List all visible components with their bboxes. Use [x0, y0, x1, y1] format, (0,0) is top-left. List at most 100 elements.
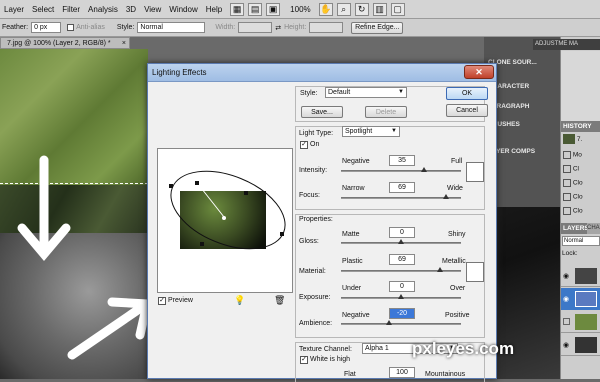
gloss-slider[interactable]: [341, 239, 461, 244]
focus-slider-thumb[interactable]: [443, 194, 449, 199]
style-select[interactable]: Default ▼: [325, 87, 407, 98]
intensity-input[interactable]: 35: [389, 155, 415, 166]
cancel-button[interactable]: Cancel: [446, 104, 488, 117]
gloss-min-label: Matte: [342, 231, 360, 238]
style-select[interactable]: Normal: [137, 22, 206, 33]
material-slider-thumb[interactable]: [437, 267, 443, 272]
history-item[interactable]: Mo: [563, 151, 582, 159]
ambience-input[interactable]: -20: [389, 308, 415, 319]
rotate-view-icon[interactable]: ↻: [354, 2, 369, 16]
save-button[interactable]: Save...: [301, 106, 343, 118]
character-tab[interactable]: CHA: [587, 223, 600, 234]
zoom-level[interactable]: 100%: [286, 5, 314, 14]
menu-view[interactable]: View: [140, 5, 165, 14]
refine-edge-button[interactable]: Refine Edge...: [351, 21, 404, 34]
layer-thumbnail: [575, 337, 597, 353]
ambient-color-swatch[interactable]: [466, 262, 484, 282]
document-tab[interactable]: 7.jpg @ 100% (Layer 2, RGB/8) * ×: [0, 37, 130, 49]
gloss-input[interactable]: 0: [389, 227, 415, 238]
close-button[interactable]: ✕: [464, 65, 494, 79]
mini-bridge-icon[interactable]: ▤: [248, 2, 263, 16]
exposure-slider[interactable]: [341, 294, 461, 299]
screen-mode-icon[interactable]: ▢: [390, 2, 405, 16]
history-item[interactable]: Cl: [563, 165, 579, 173]
swap-icon[interactable]: ⇄: [275, 24, 281, 32]
preview-checkbox[interactable]: ✓: [158, 297, 166, 305]
menu-filter[interactable]: Filter: [58, 5, 84, 14]
layer-row[interactable]: ◉: [561, 265, 600, 287]
feather-input[interactable]: 0 px: [31, 22, 62, 33]
eye-icon[interactable]: ◉: [563, 341, 569, 349]
history-item[interactable]: Clo: [563, 179, 583, 187]
height-input[interactable]: [309, 22, 344, 33]
preview-label: Preview: [168, 297, 193, 304]
menu-window[interactable]: Window: [165, 5, 201, 14]
on-checkbox[interactable]: ✓: [300, 141, 308, 149]
eye-icon[interactable]: ◉: [563, 272, 569, 280]
menu-analysis[interactable]: Analysis: [84, 5, 122, 14]
ambience-slider-thumb[interactable]: [386, 320, 392, 325]
antialias-checkbox[interactable]: [67, 24, 75, 31]
history-item[interactable]: Clo: [563, 207, 583, 215]
light-bulb-icon[interactable]: 💡: [234, 295, 245, 306]
focus-slider[interactable]: [341, 194, 461, 199]
height-input[interactable]: 100: [389, 367, 415, 378]
extras-icon[interactable]: ▣: [266, 2, 281, 16]
lighting-effects-dialog: Lighting Effects ✕ ✓ Preview 💡 🗑 Style: …: [147, 63, 497, 382]
white-is-high-label: White is high: [310, 356, 351, 363]
panel-tab-adjustments[interactable]: ADJUSTME MA: [533, 39, 600, 50]
material-input[interactable]: 69: [389, 254, 415, 265]
ambience-slider[interactable]: [341, 320, 461, 325]
antialias-label: Anti-alias: [76, 24, 105, 31]
menu-bar: Layer Select Filter Analysis 3D View Win…: [0, 0, 600, 19]
menu-select[interactable]: Select: [28, 5, 58, 14]
zoom-tool-icon[interactable]: ⌕: [336, 2, 351, 16]
light-color-swatch[interactable]: [466, 162, 484, 182]
trash-icon[interactable]: 🗑: [274, 295, 285, 306]
style-label: Style:: [116, 24, 135, 31]
masks-panel-area: [561, 51, 600, 121]
menu-help[interactable]: Help: [202, 5, 226, 14]
delete-button[interactable]: Delete: [365, 106, 407, 118]
layer-row[interactable]: ◉: [561, 334, 600, 356]
arrange-docs-icon[interactable]: ▥: [372, 2, 387, 16]
layers-title[interactable]: LAYERS: [561, 223, 589, 234]
menu-3d[interactable]: 3D: [122, 5, 140, 14]
gloss-label: Gloss:: [299, 238, 319, 245]
material-max-label: Metallic: [442, 258, 466, 265]
width-input[interactable]: [238, 22, 273, 33]
menu-layer[interactable]: Layer: [0, 5, 28, 14]
intensity-slider-thumb[interactable]: [421, 167, 427, 172]
eye-icon[interactable]: ◉: [563, 295, 569, 303]
height-min-label: Flat: [344, 371, 356, 378]
dialog-title-bar[interactable]: Lighting Effects: [148, 64, 496, 82]
history-title[interactable]: HISTORY: [561, 121, 600, 132]
gloss-slider-thumb[interactable]: [398, 239, 404, 244]
bridge-icon[interactable]: ▦: [230, 2, 245, 16]
options-bar: Feather: 0 px Anti-alias Style: Normal W…: [0, 19, 600, 37]
focus-input[interactable]: 69: [389, 182, 415, 193]
on-label: On: [310, 141, 320, 148]
light-preview-area[interactable]: [157, 148, 293, 293]
ok-button[interactable]: OK: [446, 87, 488, 100]
style-label: Style:: [300, 90, 318, 97]
layer-row-selected[interactable]: ◉: [561, 288, 600, 310]
material-slider[interactable]: [341, 267, 461, 272]
light-type-select[interactable]: Spotlight ▼: [342, 126, 400, 137]
layer-row[interactable]: [561, 311, 600, 333]
history-item[interactable]: 7.: [563, 134, 599, 146]
light-ellipse[interactable]: [158, 149, 294, 294]
history-item[interactable]: Clo: [563, 193, 583, 201]
close-tab-icon[interactable]: ×: [122, 38, 126, 49]
intensity-max-label: Full: [451, 158, 463, 165]
exposure-slider-thumb[interactable]: [398, 294, 404, 299]
right-panel-column: ADJUSTME MA HISTORY 7. Mo Cl Clo Clo Clo…: [533, 37, 600, 379]
intensity-slider[interactable]: [341, 167, 461, 172]
blend-mode-select[interactable]: Normal: [562, 236, 600, 246]
exposure-input[interactable]: 0: [389, 281, 415, 292]
hand-tool-icon[interactable]: ✋: [318, 2, 333, 16]
layer-visibility-box[interactable]: [563, 318, 570, 325]
ambience-min-label: Negative: [342, 312, 370, 319]
lock-label: Lock:: [562, 250, 578, 257]
white-is-high-checkbox[interactable]: ✓: [300, 356, 308, 364]
